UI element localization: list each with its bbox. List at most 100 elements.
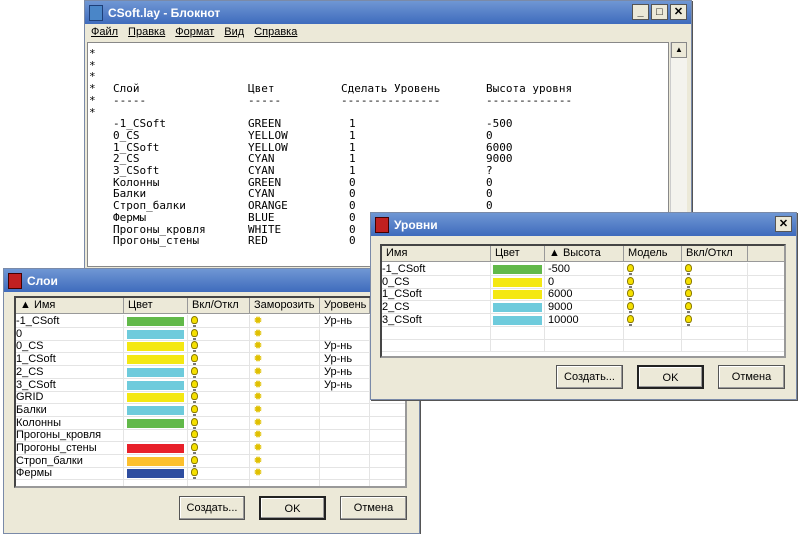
color-swatch[interactable] xyxy=(493,277,542,287)
lightbulb-icon[interactable] xyxy=(627,264,634,275)
sun-icon[interactable]: ✹ xyxy=(253,417,263,428)
menu-format[interactable]: Формат xyxy=(175,26,214,38)
lightbulb-icon[interactable] xyxy=(627,289,634,301)
table-row[interactable]: 0 ✹ xyxy=(16,327,405,341)
table-row[interactable] xyxy=(16,480,405,486)
scroll-up-icon[interactable]: ▲ xyxy=(671,42,687,58)
color-swatch[interactable] xyxy=(127,431,184,441)
table-row[interactable]: Фермы ✹ xyxy=(16,467,405,481)
table-row[interactable]: -1_CSoft -500 xyxy=(382,263,784,276)
lightbulb-icon[interactable] xyxy=(191,366,198,378)
sun-icon[interactable]: ✹ xyxy=(253,328,263,339)
color-swatch[interactable] xyxy=(127,355,184,365)
table-row[interactable]: 0_CS ✹ Ур-нь xyxy=(16,340,405,354)
sun-icon[interactable]: ✹ xyxy=(253,455,263,466)
lightbulb-icon[interactable] xyxy=(191,341,198,353)
lightbulb-icon[interactable] xyxy=(685,314,692,326)
notepad-titlebar[interactable]: CSoft.lay - Блокнот _ □ ✕ xyxy=(85,1,691,24)
levels-list[interactable]: Имя Цвет ▲ Высота Модель Вкл/Откл -1_CSoft -50… xyxy=(380,244,786,358)
column-header[interactable]: Вкл/Откл xyxy=(188,298,250,314)
lightbulb-icon[interactable] xyxy=(191,392,198,404)
color-swatch[interactable] xyxy=(127,393,184,403)
minimize-button[interactable]: _ xyxy=(632,4,649,20)
menu-edit[interactable]: Правка xyxy=(128,26,165,38)
column-header[interactable] xyxy=(748,246,784,262)
color-swatch[interactable] xyxy=(493,290,542,300)
column-header[interactable]: Цвет xyxy=(491,246,545,262)
cancel-button[interactable]: Отмена xyxy=(718,365,785,389)
color-swatch[interactable] xyxy=(493,265,542,274)
sun-icon[interactable]: ✹ xyxy=(253,443,263,454)
close-button[interactable]: ✕ xyxy=(775,216,792,232)
ok-button[interactable]: OK xyxy=(259,496,326,520)
color-swatch[interactable] xyxy=(127,456,184,466)
lightbulb-icon[interactable] xyxy=(191,328,198,340)
close-button[interactable]: ✕ xyxy=(670,4,687,20)
lightbulb-icon[interactable] xyxy=(191,354,198,366)
table-row[interactable]: Балки ✹ xyxy=(16,403,405,417)
create-button[interactable]: Создать... xyxy=(179,496,245,520)
color-swatch[interactable] xyxy=(493,315,542,325)
column-header[interactable]: ▲ Высота xyxy=(545,246,624,262)
color-swatch[interactable] xyxy=(127,342,184,352)
lightbulb-icon[interactable] xyxy=(191,404,198,416)
lightbulb-icon[interactable] xyxy=(627,276,634,288)
table-row[interactable]: 2_CS ✹ Ур-нь xyxy=(16,365,405,379)
lightbulb-icon[interactable] xyxy=(685,289,692,301)
sun-icon[interactable]: ✹ xyxy=(253,316,263,327)
lightbulb-icon[interactable] xyxy=(685,264,692,275)
lightbulb-icon[interactable] xyxy=(191,316,198,327)
table-row[interactable]: 1_CSoft ✹ Ур-нь xyxy=(16,353,405,367)
table-row[interactable]: GRID ✹ xyxy=(16,391,405,405)
sun-icon[interactable]: ✹ xyxy=(253,468,263,479)
table-row[interactable]: 3_CSoft ✹ Ур-нь xyxy=(16,378,405,392)
table-row[interactable]: 2_CS 9000 xyxy=(382,301,784,315)
sun-icon[interactable]: ✹ xyxy=(253,404,263,415)
menu-file[interactable]: Файл xyxy=(91,26,118,38)
create-button[interactable]: Создать... xyxy=(556,365,623,389)
lightbulb-icon[interactable] xyxy=(191,443,198,454)
color-swatch[interactable] xyxy=(127,367,184,377)
color-swatch[interactable] xyxy=(127,317,184,326)
color-swatch[interactable] xyxy=(127,444,184,453)
layers-titlebar[interactable]: Слои xyxy=(4,269,419,292)
lightbulb-icon[interactable] xyxy=(191,468,198,480)
layers-list[interactable]: ▲ Имя Цвет Вкл/Откл Заморозить Уровень -1_CSo… xyxy=(14,296,407,488)
table-row[interactable]: Колонны ✹ xyxy=(16,416,405,430)
lightbulb-icon[interactable] xyxy=(685,302,692,314)
table-row[interactable] xyxy=(382,326,784,340)
column-header[interactable]: Имя xyxy=(382,246,491,262)
column-header[interactable]: Вкл/Откл xyxy=(682,246,748,262)
lightbulb-icon[interactable] xyxy=(191,379,198,391)
table-row[interactable]: -1_CSoft ✹ Ур-нь xyxy=(16,315,405,328)
lightbulb-icon[interactable] xyxy=(191,417,198,429)
ok-button[interactable]: OK xyxy=(637,365,704,389)
table-row[interactable]: 3_CSoft 10000 xyxy=(382,313,784,327)
color-swatch[interactable] xyxy=(127,329,184,339)
table-row[interactable]: Прогоны_стены ✹ xyxy=(16,442,405,455)
lightbulb-icon[interactable] xyxy=(191,430,198,442)
table-row[interactable] xyxy=(382,339,784,353)
cancel-button[interactable]: Отмена xyxy=(340,496,407,520)
column-header[interactable]: Уровень xyxy=(320,298,370,314)
menu-view[interactable]: Вид xyxy=(224,26,244,38)
table-row[interactable]: 0_CS 0 xyxy=(382,275,784,289)
table-row[interactable]: 1_CSoft 6000 xyxy=(382,288,784,302)
sun-icon[interactable]: ✹ xyxy=(253,366,263,377)
table-row[interactable]: Строп_балки ✹ xyxy=(16,454,405,468)
sun-icon[interactable]: ✹ xyxy=(253,379,263,390)
color-swatch[interactable] xyxy=(127,380,184,390)
menu-help[interactable]: Справка xyxy=(254,26,297,38)
color-swatch[interactable] xyxy=(493,303,542,313)
maximize-button[interactable]: □ xyxy=(651,4,668,20)
sun-icon[interactable]: ✹ xyxy=(253,341,263,352)
color-swatch[interactable] xyxy=(127,418,184,428)
column-header[interactable]: ▲ Имя xyxy=(16,298,124,314)
column-header[interactable]: Цвет xyxy=(124,298,188,314)
sun-icon[interactable]: ✹ xyxy=(253,354,263,365)
sun-icon[interactable]: ✹ xyxy=(253,392,263,403)
lightbulb-icon[interactable] xyxy=(685,276,692,288)
lightbulb-icon[interactable] xyxy=(627,314,634,326)
table-row[interactable]: Прогоны_кровля ✹ xyxy=(16,429,405,443)
levels-titlebar[interactable]: Уровни ✕ xyxy=(371,213,796,236)
